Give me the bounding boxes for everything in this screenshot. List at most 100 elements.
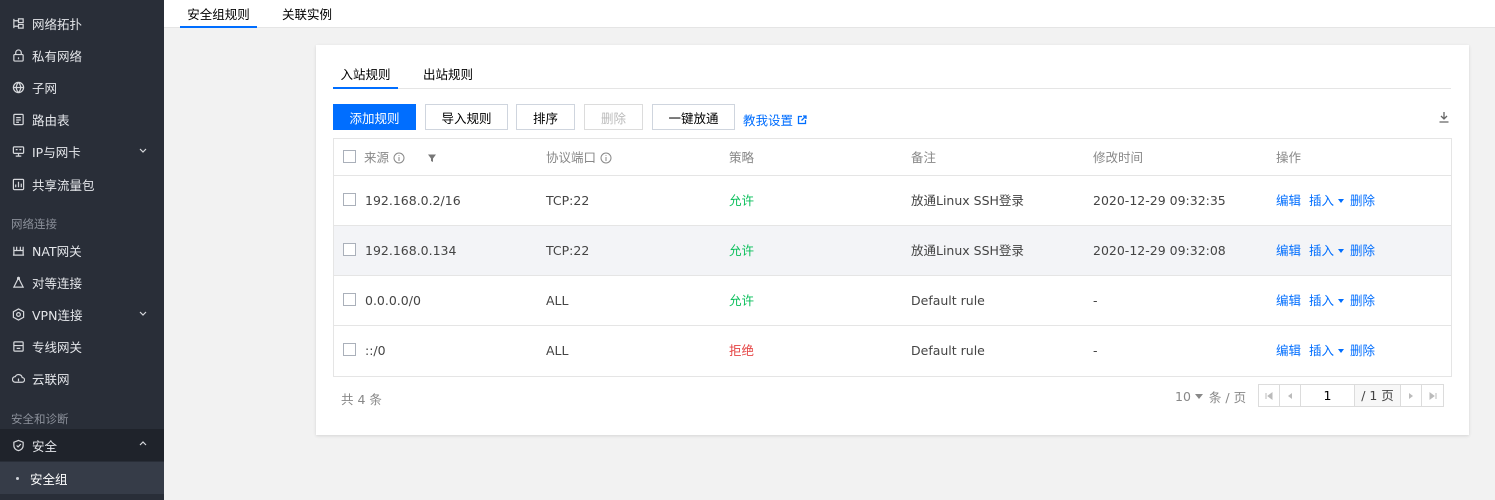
nav-group-network-connection: 网络连接: [11, 217, 57, 231]
help-setup-label: 教我设置: [743, 113, 794, 128]
sidebar-item-ip-nic[interactable]: IP与网卡: [0, 135, 164, 167]
edit-link[interactable]: 编辑: [1276, 226, 1301, 276]
pagination: / 1 页: [1258, 384, 1444, 407]
cell-port: TCP:22: [546, 193, 590, 208]
sidebar-item-security[interactable]: 安全: [0, 429, 164, 461]
chevron-up-icon: [139, 441, 147, 446]
next-page-icon: [1409, 392, 1413, 399]
chevron-down-icon: [139, 148, 147, 153]
cell-policy: 允许: [729, 243, 755, 258]
sidebar-item-label: NAT网关: [32, 243, 82, 259]
download-icon[interactable]: [1437, 110, 1451, 124]
sidebar-item-vpn[interactable]: VPN连接: [0, 298, 164, 330]
cell-port: ALL: [546, 293, 569, 308]
sidebar-item-topology[interactable]: 网络拓扑: [0, 7, 164, 39]
table-header: 来源 协议端口 策略 备注 修改时间 操作: [334, 139, 1451, 176]
table-row: 0.0.0.0/0 ALL 允许 Default rule - 编辑 插入 删除: [334, 276, 1451, 326]
cell-note: 放通Linux SSH登录: [911, 193, 1024, 208]
edit-link[interactable]: 编辑: [1276, 326, 1301, 376]
vpn-icon: [11, 307, 25, 321]
first-page-button[interactable]: [1259, 385, 1280, 406]
sidebar-item-label: 安全: [32, 438, 58, 454]
sidebar-item-label: 网络拓扑: [32, 16, 83, 32]
last-page-icon: [1429, 391, 1436, 400]
col-source: 来源: [364, 139, 437, 176]
col-source-label: 来源: [364, 150, 390, 165]
row-checkbox[interactable]: [343, 343, 356, 356]
shield-icon: [11, 438, 25, 452]
vpc-icon: [11, 48, 25, 62]
sidebar-item-subnet[interactable]: 子网: [0, 71, 164, 103]
info-icon[interactable]: [600, 152, 612, 164]
table-row: 192.168.0.134 TCP:22 允许 放通Linux SSH登录 20…: [334, 226, 1451, 276]
caret-down-icon[interactable]: [1338, 299, 1344, 303]
sidebar-item-dc-gateway[interactable]: 专线网关: [0, 330, 164, 362]
next-page-button[interactable]: [1401, 385, 1422, 406]
prev-page-button[interactable]: [1280, 385, 1301, 406]
cell-time: -: [1093, 343, 1098, 358]
edit-link[interactable]: 编辑: [1276, 276, 1301, 326]
sidebar-item-label: 对等连接: [32, 275, 83, 291]
import-rules-button[interactable]: 导入规则: [425, 104, 508, 130]
sidebar-item-ccn[interactable]: 云联网: [0, 362, 164, 394]
sidebar-item-label: 共享流量包: [32, 177, 95, 193]
delete-button[interactable]: 删除: [584, 104, 643, 130]
caret-down-icon: [1194, 394, 1203, 399]
tab-security-group-rules[interactable]: 安全组规则: [180, 0, 257, 28]
cell-policy: 允许: [729, 293, 755, 308]
edit-link[interactable]: 编辑: [1276, 176, 1301, 226]
sidebar-item-traffic-package[interactable]: 共享流量包: [0, 168, 164, 200]
delete-link[interactable]: 删除: [1350, 326, 1375, 376]
tab-outbound-rules[interactable]: 出站规则: [423, 63, 473, 89]
row-checkbox[interactable]: [343, 293, 356, 306]
info-icon[interactable]: [393, 152, 405, 164]
sidebar-item-nat-gateway[interactable]: NAT网关: [0, 234, 164, 266]
total-count: 共 4 条: [341, 392, 382, 407]
add-rule-button[interactable]: 添加规则: [333, 104, 416, 130]
sidebar-item-peering[interactable]: 对等连接: [0, 266, 164, 298]
sidebar-item-vpc[interactable]: 私有网络: [0, 39, 164, 71]
delete-link[interactable]: 删除: [1350, 226, 1375, 276]
open-all-button[interactable]: 一键放通: [652, 104, 735, 130]
direction-tabs: 入站规则 出站规则: [333, 63, 1451, 89]
sidebar-item-label: IP与网卡: [32, 144, 81, 160]
sort-button[interactable]: 排序: [516, 104, 575, 130]
sidebar-item-label: 私有网络: [32, 48, 83, 64]
sidebar-item-label: 子网: [32, 80, 58, 96]
tab-associated-instances[interactable]: 关联实例: [282, 0, 332, 28]
sidebar-item-security-group[interactable]: 安全组: [0, 462, 164, 494]
cell-policy: 拒绝: [729, 343, 755, 358]
last-page-button[interactable]: [1422, 385, 1443, 406]
caret-down-icon[interactable]: [1338, 349, 1344, 353]
cell-port: TCP:22: [546, 243, 590, 258]
insert-link[interactable]: 插入: [1309, 276, 1334, 326]
cell-note: Default rule: [911, 293, 985, 308]
cell-time: 2020-12-29 09:32:35: [1093, 193, 1226, 208]
col-policy: 策略: [729, 150, 755, 165]
help-setup-link[interactable]: 教我设置: [743, 110, 807, 129]
filter-icon[interactable]: [427, 153, 437, 163]
caret-down-icon[interactable]: [1338, 199, 1344, 203]
tab-inbound-rules[interactable]: 入站规则: [333, 63, 398, 89]
page-size-unit: 条 / 页: [1208, 390, 1247, 405]
sidebar-item-label: 专线网关: [32, 339, 83, 355]
delete-link[interactable]: 删除: [1350, 176, 1375, 226]
caret-down-icon[interactable]: [1338, 249, 1344, 253]
select-all-checkbox[interactable]: [343, 150, 356, 163]
cell-time: -: [1093, 293, 1098, 308]
sidebar-item-label: VPN连接: [32, 307, 83, 323]
rules-card: 入站规则 出站规则 添加规则 导入规则 排序 删除 一键放通 教我设置 来源 协…: [316, 45, 1469, 435]
page-size-select[interactable]: 10 条 / 页: [1175, 387, 1246, 406]
insert-link[interactable]: 插入: [1309, 226, 1334, 276]
sidebar-item-route-table[interactable]: 路由表: [0, 103, 164, 135]
page-number-input[interactable]: [1301, 385, 1355, 406]
row-checkbox[interactable]: [343, 193, 356, 206]
insert-link[interactable]: 插入: [1309, 326, 1334, 376]
delete-link[interactable]: 删除: [1350, 276, 1375, 326]
row-checkbox[interactable]: [343, 243, 356, 256]
top-tabs: 安全组规则 关联实例: [164, 0, 1495, 28]
dc-gateway-icon: [11, 339, 25, 353]
insert-link[interactable]: 插入: [1309, 176, 1334, 226]
col-protocol-port: 协议端口: [546, 139, 612, 176]
sidebar-item-label: 路由表: [32, 112, 70, 128]
